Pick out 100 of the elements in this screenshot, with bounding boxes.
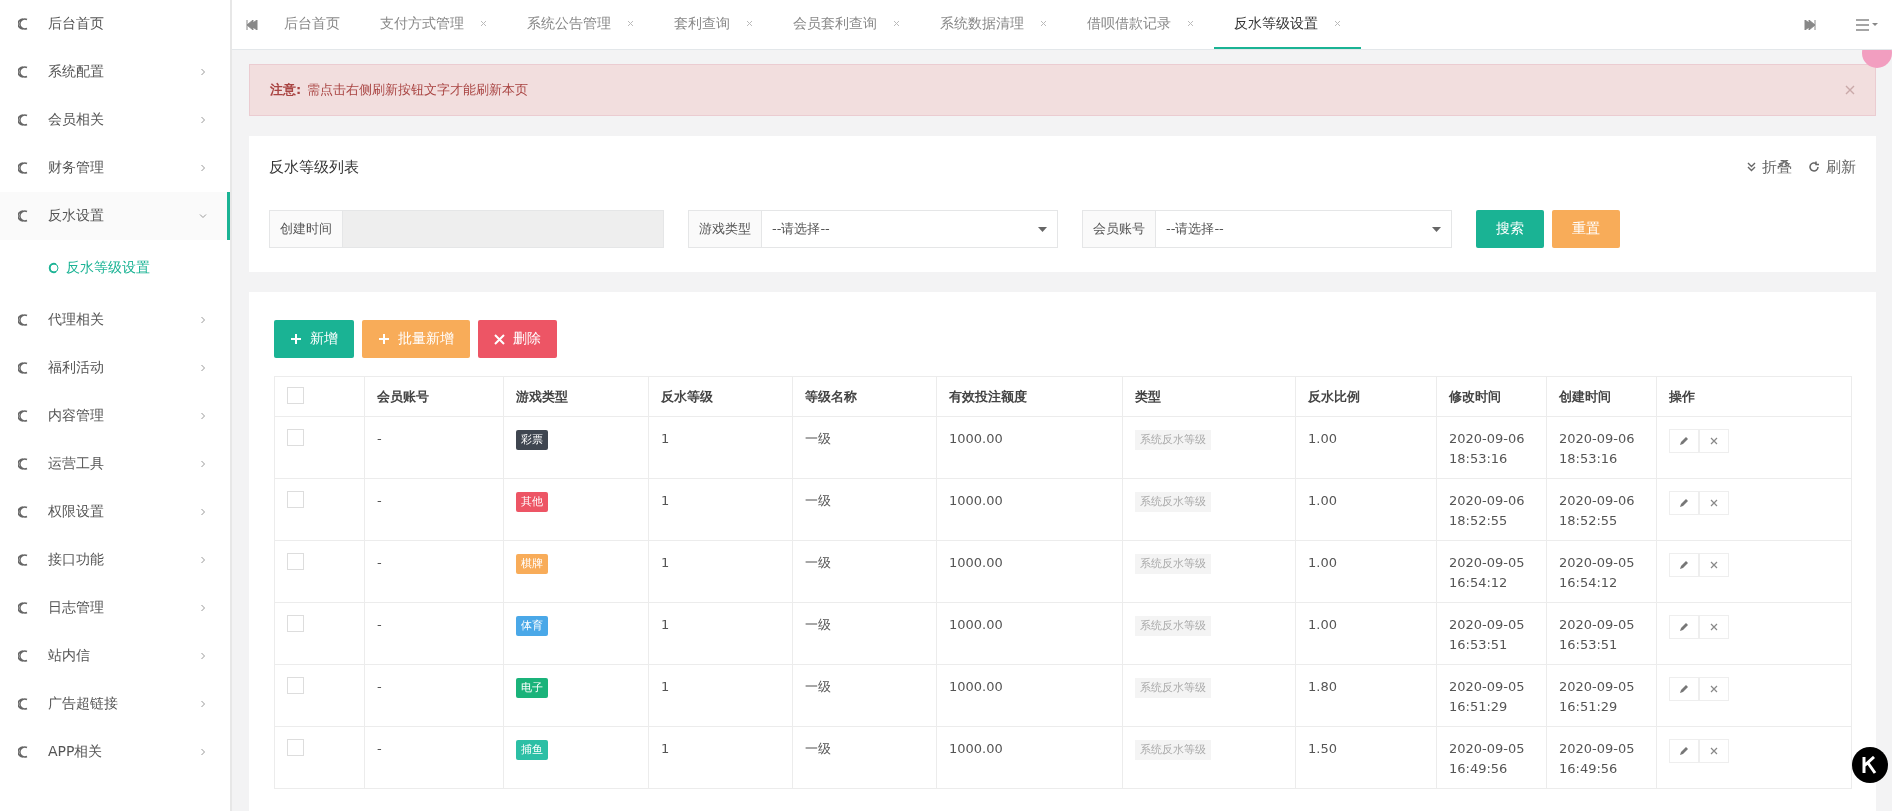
close-icon[interactable]: [627, 20, 634, 27]
checkbox[interactable]: [287, 429, 304, 446]
game-type-badge: 电子: [516, 678, 548, 698]
checkbox[interactable]: [287, 386, 304, 404]
pencil-icon: [1679, 684, 1689, 694]
edit-button[interactable]: [1669, 739, 1699, 763]
close-icon: [1710, 747, 1718, 755]
tab[interactable]: 支付方式管理: [360, 0, 507, 49]
created-time-cell: 2020-09-05 16:54:12: [1559, 555, 1635, 590]
level-name-cell: 一级: [805, 617, 831, 632]
edit-button[interactable]: [1669, 677, 1699, 701]
close-icon: [1710, 499, 1718, 507]
skip-forward-icon[interactable]: [1804, 19, 1816, 30]
ratio-cell: 1.00: [1308, 617, 1337, 632]
level-cell: 1: [661, 555, 670, 570]
type-tag: 系统反水等级: [1135, 678, 1211, 698]
tab[interactable]: 反水等级设置: [1214, 0, 1361, 49]
checkbox[interactable]: [287, 739, 304, 756]
pencil-icon: [1679, 746, 1689, 756]
pencil-icon: [1679, 436, 1689, 446]
modified-time-cell: 2020-09-06 18:52:55: [1449, 493, 1525, 528]
chevron-right-icon: [199, 364, 207, 372]
collapse-link[interactable]: 折叠: [1747, 157, 1792, 177]
tab[interactable]: 套利查询: [654, 0, 773, 49]
menu-icon[interactable]: [1856, 18, 1878, 31]
chevron-right-icon: [199, 460, 207, 468]
created-time-cell: 2020-09-05 16:49:56: [1559, 741, 1635, 776]
skip-back-icon[interactable]: [246, 19, 258, 30]
tab[interactable]: 会员套利查询: [773, 0, 920, 49]
chevron-right-icon: [199, 116, 207, 124]
refresh-link[interactable]: 刷新: [1808, 157, 1856, 177]
tab[interactable]: 借呗借款记录: [1067, 0, 1214, 49]
ratio-cell: 1.00: [1308, 493, 1337, 508]
close-icon: [1710, 685, 1718, 693]
tab[interactable]: 系统公告管理: [507, 0, 654, 49]
created-time-cell: 2020-09-06 18:53:16: [1559, 431, 1635, 466]
modified-time-cell: 2020-09-05 16:49:56: [1449, 741, 1525, 776]
caret-icon: [1038, 226, 1047, 232]
chevron-right-icon: [199, 700, 207, 708]
type-tag: 系统反水等级: [1135, 740, 1211, 760]
close-icon[interactable]: [1334, 20, 1341, 27]
close-icon[interactable]: [893, 20, 900, 27]
account-cell: -: [377, 493, 382, 508]
column-header: 有效投注额度: [936, 376, 1123, 417]
level-cell: 1: [661, 617, 670, 632]
column-header: 修改时间: [1436, 376, 1547, 417]
type-tag: 系统反水等级: [1135, 554, 1211, 574]
k-logo-icon[interactable]: [1852, 747, 1888, 783]
level-cell: 1: [661, 741, 670, 756]
game-type-badge: 捕鱼: [516, 740, 548, 760]
checkbox[interactable]: [287, 553, 304, 570]
checkbox[interactable]: [287, 677, 304, 694]
level-cell: 1: [661, 493, 670, 508]
edit-button[interactable]: [1669, 553, 1699, 577]
account-cell: -: [377, 679, 382, 694]
close-icon[interactable]: [746, 20, 753, 27]
ratio-cell: 1.00: [1308, 431, 1337, 446]
type-tag: 系统反水等级: [1135, 616, 1211, 636]
edit-button[interactable]: [1669, 615, 1699, 639]
column-header: 游戏类型: [503, 376, 649, 417]
close-icon[interactable]: [1845, 85, 1855, 95]
level-cell: 1: [661, 431, 670, 446]
close-icon: [1710, 561, 1718, 569]
checkbox[interactable]: [287, 615, 304, 632]
edit-button[interactable]: [1669, 491, 1699, 515]
created-time-cell: 2020-09-05 16:53:51: [1559, 617, 1635, 652]
select-field[interactable]: 游戏类型 --请选择--: [688, 210, 1058, 248]
sidebar-item[interactable]: 反水设置: [0, 192, 230, 240]
close-icon: [1710, 437, 1718, 445]
column-header: 会员账号: [364, 376, 504, 417]
plus-icon: [378, 333, 390, 345]
account-cell: -: [377, 617, 382, 632]
pencil-icon: [1679, 498, 1689, 508]
amount-cell: 1000.00: [949, 741, 1003, 756]
select-field[interactable]: 会员账号 --请选择--: [1082, 210, 1452, 248]
alert-title: 注意:: [270, 81, 302, 99]
tab[interactable]: 系统数据清理: [920, 0, 1067, 49]
type-tag: 系统反水等级: [1135, 492, 1211, 512]
amount-cell: 1000.00: [949, 431, 1003, 446]
close-icon[interactable]: [1040, 20, 1047, 27]
amount-cell: 1000.00: [949, 679, 1003, 694]
refresh-icon: [1808, 161, 1820, 173]
chevron-right-icon: [199, 412, 207, 420]
close-icon[interactable]: [480, 20, 487, 27]
column-header: 反水比例: [1295, 376, 1437, 417]
close-icon[interactable]: [1187, 20, 1194, 27]
amount-cell: 1000.00: [949, 555, 1003, 570]
checkbox[interactable]: [287, 491, 304, 508]
input-field[interactable]: 创建时间: [269, 210, 664, 248]
tab[interactable]: 后台首页: [264, 0, 360, 49]
column-header: 操作: [1656, 376, 1852, 417]
account-cell: -: [377, 741, 382, 756]
pencil-icon: [1679, 560, 1689, 570]
close-icon: [1710, 623, 1718, 631]
level-name-cell: 一级: [805, 679, 831, 694]
chevron-right-icon: [199, 604, 207, 612]
amount-cell: 1000.00: [949, 617, 1003, 632]
game-type-badge: 体育: [516, 616, 548, 636]
edit-button[interactable]: [1669, 429, 1699, 453]
modified-time-cell: 2020-09-05 16:54:12: [1449, 555, 1525, 590]
